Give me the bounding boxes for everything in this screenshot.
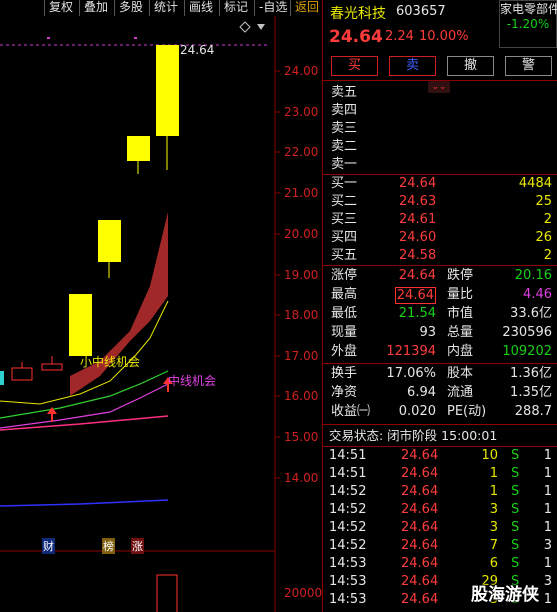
tick-row: 14:52 24.64 1 S 1: [329, 484, 552, 499]
order-book-row: 买五 24.58 2: [331, 248, 552, 263]
limit-up-candle: [156, 45, 179, 136]
limit-up-candle: [69, 294, 92, 356]
tick-row: 14:51 24.64 10 S 1: [329, 448, 552, 463]
signal-label-mid: 中线机会: [168, 374, 217, 388]
sell-button[interactable]: 卖: [389, 56, 436, 76]
stock-name: 春光科技: [330, 6, 386, 22]
order-book-row: 买一 24.64 4484: [331, 176, 552, 191]
y-tick: 20.00: [284, 227, 319, 241]
candle: [0, 371, 4, 385]
order-book-row: 卖一: [331, 157, 358, 172]
y-tick: 19.00: [284, 268, 319, 282]
volume-tick: 20000: [284, 586, 323, 600]
stats-row: 换手 17.06% 股本 1.36亿: [331, 366, 552, 381]
toolbar-mark-button[interactable]: 标记: [219, 0, 252, 16]
stats-row: 最高 24.64 量比 4.46: [331, 287, 552, 304]
sector-change: -1.20%: [506, 17, 550, 31]
cancel-order-button[interactable]: 撤: [447, 56, 494, 76]
toolbar-watchlist-button[interactable]: -自选: [254, 0, 291, 16]
stats-row: 收益㈠ 0.020 PE(动) 288.7: [331, 404, 552, 419]
y-tick: 15.00: [284, 430, 319, 444]
tick-row: 14:52 24.64 7 S 3: [329, 538, 552, 553]
triangle-down-icon[interactable]: [257, 24, 265, 30]
toolbar-back-button[interactable]: 返回: [290, 0, 323, 16]
order-book-row: 买三 24.61 2: [331, 212, 552, 227]
y-tick: 16.00: [284, 389, 319, 403]
stats-row: 涨停 24.64 跌停 20.16: [331, 268, 552, 283]
stats-row: 最低 21.54 市值 33.6亿: [331, 306, 552, 321]
axis-ticks: [275, 70, 280, 479]
order-book-row: 买四 24.60 26: [331, 230, 552, 245]
price-change-pct: 10.00%: [419, 29, 469, 44]
quote-panel: 春光科技 603657 家电零部件 -1.20% 24.64 2.24 10.0…: [322, 0, 557, 612]
y-tick: 22.00: [284, 145, 319, 159]
ma-magenta-line: [0, 383, 169, 429]
trade-status: 交易状态: 闭市阶段 15:00:01: [329, 428, 498, 443]
signal-label-small: 小中线机会: [80, 355, 141, 369]
sector-box[interactable]: 家电零部件 -1.20%: [499, 0, 557, 48]
stock-code: 603657: [396, 4, 446, 19]
finance-marker[interactable]: 财: [42, 538, 55, 554]
limit-up-candle: [127, 136, 150, 161]
toolbar-multistock-button[interactable]: 多股: [114, 0, 147, 16]
price-change: 2.24: [385, 29, 414, 44]
y-tick: 14.00: [284, 471, 319, 485]
ma-pink-line: [0, 415, 169, 431]
limit-up-candle: [98, 220, 121, 262]
sector-name: 家电零部件: [500, 2, 557, 16]
kline-svg: [0, 16, 280, 612]
order-book-row: 买二 24.63 25: [331, 194, 552, 209]
toolbar-fuquan-button[interactable]: 复权: [44, 0, 77, 16]
last-price: 24.64: [329, 27, 383, 47]
y-tick: 24.00: [284, 64, 319, 78]
diamond-icon[interactable]: [239, 21, 251, 33]
stats-row: 净资 6.94 流通 1.35亿: [331, 385, 552, 400]
candle: [41, 363, 63, 371]
ma-blue-line: [0, 499, 169, 507]
toolbar-draw-button[interactable]: 画线: [184, 0, 217, 16]
tick-row: 14:51 24.64 1 S 1: [329, 466, 552, 481]
y-tick: 18.00: [284, 308, 319, 322]
volume-bar: [156, 574, 178, 612]
stats-row: 外盘 121394 内盘 109202: [331, 344, 552, 359]
toolbar-overlay-button[interactable]: 叠加: [79, 0, 112, 16]
alert-button[interactable]: 警: [505, 56, 552, 76]
kline-chart[interactable]: 24.64 24.00 23.00 22.00 21.00 20.00 19.0…: [0, 16, 322, 612]
y-tick: 17.00: [284, 349, 319, 363]
y-tick: 21.00: [284, 186, 319, 200]
order-book-row: 卖二: [331, 139, 358, 154]
tick-row: 14:53 24.64 6 S 1: [329, 556, 552, 571]
order-book-row: 卖三: [331, 121, 358, 136]
stats-row: 现量 93 总量 230596: [331, 325, 552, 340]
tick-row: 14:52 24.64 3 S 1: [329, 502, 552, 517]
candle: [11, 367, 33, 381]
y-tick: 23.00: [284, 105, 319, 119]
toolbar-stats-button[interactable]: 统计: [149, 0, 182, 16]
buy-button[interactable]: 买: [331, 56, 378, 76]
order-book-row: 卖五: [331, 85, 358, 100]
high-price-label: 24.64: [180, 43, 215, 57]
watermark: 股海游侠: [471, 585, 539, 605]
order-book-row: 卖四: [331, 103, 358, 118]
limit-marker[interactable]: 涨: [131, 538, 144, 554]
tick-row: 14:52 24.64 3 S 1: [329, 520, 552, 535]
chart-toolbar: 复权 叠加 多股 统计 画线 标记 -自选 返回: [0, 0, 322, 16]
rank-marker[interactable]: 榜: [102, 538, 115, 554]
